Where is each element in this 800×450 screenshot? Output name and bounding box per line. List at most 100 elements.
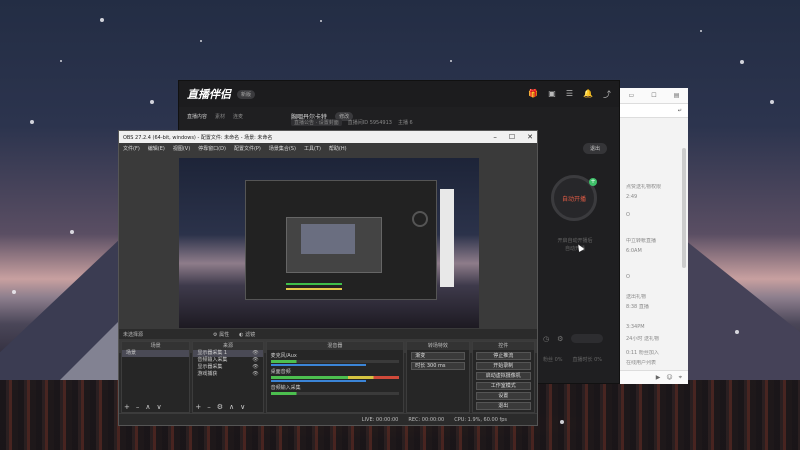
filters-button[interactable]: ◐ 滤镜 [239, 331, 255, 338]
transition-select[interactable]: 渐变 [411, 352, 465, 360]
up-icon[interactable]: ∧ [229, 403, 234, 411]
studio-mode-button[interactable]: 工作室模式 [475, 382, 531, 390]
menu-tools[interactable]: 工具(T) [304, 145, 321, 152]
eye-icon[interactable]: 👁 [252, 364, 262, 371]
properties-button[interactable]: ⚙ 属性 [213, 331, 229, 338]
mixer-channel-label: 音频输入采集 [270, 385, 301, 391]
nested-chat [440, 189, 454, 287]
obs-window: OBS 27.2.4 (64-bit, windows) - 配置文件: 未命名… [118, 130, 538, 426]
duration-field[interactable]: 时长 300 ms [411, 362, 465, 370]
virtual-camera-button[interactable]: 启动虚拟摄像机 [475, 372, 531, 380]
source-item[interactable]: 显示器采集 👁 [193, 364, 262, 371]
chat-tabs: ▭ ☐ ▤ [620, 88, 688, 104]
obs-docks: 场景 场景 + – ∧ ∨ 来源 显示器采集 1 👁 音频输入采集 👁 显示器采集 👁 游戏… [119, 341, 537, 413]
add-icon[interactable]: + [124, 403, 130, 411]
close-icon[interactable]: ✕ [527, 133, 533, 141]
auto-start-button[interactable]: 自动开播 + [551, 175, 597, 221]
eye-icon[interactable]: 👁 [252, 350, 262, 357]
menu-view[interactable]: 视图(V) [173, 145, 190, 152]
menu-help[interactable]: 帮助(H) [329, 145, 347, 152]
stat-duration: 直播时长 0% [572, 357, 603, 363]
source-tools: + – ⚙ ∧ ∨ [195, 403, 245, 411]
video-icon[interactable]: ▶ [656, 374, 661, 381]
maximize-icon[interactable]: ☐ [509, 133, 515, 141]
nested-meters [286, 283, 342, 293]
start-recording-button[interactable]: 开始录制 [475, 362, 531, 370]
rec-status: REC: 00:00:00 [408, 416, 445, 423]
menu-scene-collection[interactable]: 场景集合(S) [269, 145, 296, 152]
share-icon[interactable]: ⤴ [603, 89, 611, 100]
chat-message: 3:34PM [626, 324, 645, 330]
eye-icon[interactable]: 👁 [252, 357, 262, 364]
volume-slider[interactable] [270, 364, 367, 366]
source-item[interactable]: 音频输入采集 👁 [193, 357, 262, 364]
bell-icon[interactable]: 🔔 [583, 89, 593, 100]
star [700, 30, 702, 32]
tab-link-mic[interactable]: 连麦 [233, 113, 243, 120]
obs-title: OBS 27.2.4 (64-bit, windows) - 配置文件: 未命名… [123, 134, 273, 141]
settings-button[interactable]: 设置 [475, 392, 531, 400]
chat-tab-icon[interactable]: ☐ [651, 92, 656, 99]
chat-tab-icon[interactable]: ▤ [674, 92, 680, 99]
start-panel: 退出 自动开播 + 开启自动开播后 自动开播 ◷ ⚙ 粉丝 0% 直播时长 0% [539, 127, 619, 383]
minimize-icon[interactable]: – [493, 133, 497, 141]
nested-ring [412, 211, 428, 227]
menu-file[interactable]: 文件(F) [123, 145, 140, 152]
announcement-chip[interactable]: 直播公告 · 设置封面 [291, 119, 342, 126]
exit-button[interactable]: 退出 [475, 402, 531, 410]
source-item[interactable]: 游戏捕获 👁 [193, 371, 262, 378]
down-icon[interactable]: ∨ [240, 403, 245, 411]
filters-label: 滤镜 [245, 331, 256, 338]
add-icon[interactable]: + [195, 403, 201, 411]
version-badge[interactable]: 新版 [237, 89, 256, 99]
tab-materials[interactable]: 素材 [215, 113, 225, 120]
star [200, 40, 202, 42]
chat-message: 24小时 送礼物 [626, 336, 659, 342]
eye-icon[interactable]: 👁 [252, 371, 262, 378]
smile-icon[interactable]: ☺ [666, 374, 672, 381]
back-icon[interactable]: ↵ [678, 108, 682, 114]
nested-capture [245, 180, 454, 300]
box-icon[interactable]: ▣ [548, 89, 556, 100]
plus-icon: + [589, 178, 597, 186]
snowflake [560, 420, 564, 424]
remove-icon[interactable]: – [136, 403, 140, 411]
mixer-dock: 混音器 麦克风/Aux 桌面音频 音频输入采集 [265, 341, 405, 413]
source-item[interactable]: 显示器采集 1 👁 [193, 350, 263, 357]
chat-message: 在线用户列表 [626, 360, 657, 366]
duration-value: 300 ms [426, 363, 446, 369]
up-icon[interactable]: ∧ [145, 403, 150, 411]
mixer-header: 混音器 [266, 342, 404, 350]
menu-profile[interactable]: 配置文件(P) [234, 145, 261, 152]
remove-icon[interactable]: – [207, 403, 211, 411]
list-icon[interactable]: ☰ [566, 89, 573, 100]
volume-slider[interactable] [270, 380, 367, 382]
source-label: 显示器采集 [197, 364, 223, 370]
pin-icon[interactable]: ⌖ [679, 374, 682, 382]
assistant-subinfo: 直播公告 · 设置封面 直播间ID 5954913 主播 6 [291, 119, 413, 126]
chat-message: O [626, 274, 630, 280]
scenes-dock: 场景 场景 + – ∧ ∨ [121, 341, 191, 413]
preview-canvas[interactable] [179, 158, 479, 328]
level-meter [270, 392, 400, 395]
chat-scrollbar[interactable] [682, 148, 686, 268]
menu-docks[interactable]: 停靠窗口(D) [198, 145, 226, 152]
stop-stream-button[interactable]: 停止推流 [475, 352, 531, 360]
menu-edit[interactable]: 编辑(E) [148, 145, 165, 152]
star [60, 60, 62, 62]
toggle-pill[interactable] [571, 334, 604, 343]
chat-tab-icon[interactable]: ▭ [629, 92, 635, 99]
gear-icon[interactable]: ⚙ [217, 403, 223, 411]
window-controls: – ☐ ✕ [493, 133, 533, 141]
tab-live-content[interactable]: 直播内容 [187, 113, 207, 120]
snowflake [70, 230, 74, 234]
snowflake [150, 100, 154, 104]
live-status: LIVE: 00:00:00 [361, 416, 399, 423]
clock-icon[interactable]: ◷ [543, 335, 549, 343]
obs-menubar: 文件(F) 编辑(E) 视图(V) 停靠窗口(D) 配置文件(P) 场景集合(S… [119, 143, 537, 153]
gear-icon[interactable]: ⚙ [557, 335, 563, 343]
exit-button[interactable]: 退出 [582, 143, 607, 154]
scene-item[interactable]: 场景 [122, 350, 190, 357]
gift-icon[interactable]: 🎁 [528, 89, 538, 100]
down-icon[interactable]: ∨ [157, 403, 162, 411]
